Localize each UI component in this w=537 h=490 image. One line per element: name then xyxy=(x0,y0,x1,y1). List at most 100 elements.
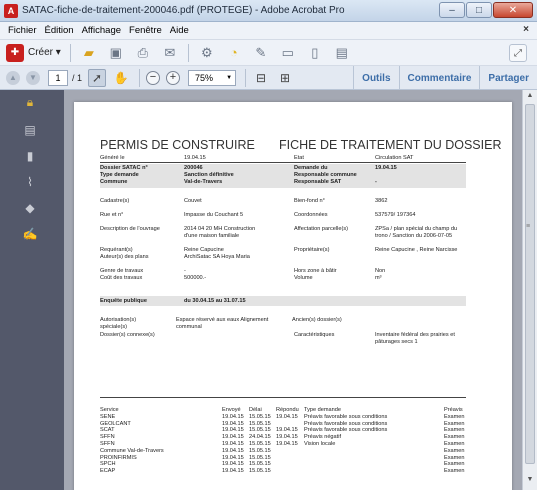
toolbar-separator xyxy=(139,68,141,87)
page-number-input[interactable]: 1 xyxy=(48,69,68,86)
table-cell: 19.04.15 xyxy=(222,440,244,447)
combine-icon[interactable]: ✎ xyxy=(252,44,270,62)
detail-value: Non xyxy=(375,268,386,274)
menu-fenetre[interactable]: Fenêtre xyxy=(129,25,162,36)
hand-tool-icon[interactable]: ✋ xyxy=(112,69,130,87)
table-row: SPCH xyxy=(100,461,116,468)
services-column-delai: Délai 15.05.15 15.05.15 15.05.15 24.04.1… xyxy=(249,407,271,475)
sat-responsible-value: - xyxy=(375,179,377,185)
maximize-button[interactable]: □ xyxy=(466,2,492,18)
signature-icon[interactable]: ✍ xyxy=(22,226,38,242)
table-cell xyxy=(276,421,299,428)
save-icon[interactable]: ▣ xyxy=(107,44,125,62)
header-preavis: Préavis xyxy=(444,407,463,413)
table-cell: 15.05.15 xyxy=(249,447,271,454)
folder-open-icon[interactable]: ▰ xyxy=(80,44,98,62)
close-document-icon[interactable]: × xyxy=(523,24,529,35)
generated-value: 19.04.15 xyxy=(184,155,206,161)
autorisation-value: communal xyxy=(176,324,202,330)
pages-panel-icon[interactable]: ▤ xyxy=(22,122,38,138)
minimize-button[interactable]: – xyxy=(439,2,465,18)
table-cell: 19.04.15 xyxy=(222,420,244,427)
detail-value: trono / Sanction du 2006-07-05 xyxy=(375,233,453,239)
expand-toolbar-icon[interactable]: ⤢ xyxy=(509,44,527,62)
scroll-down-icon[interactable]: ▼ xyxy=(525,476,535,486)
header-delai: Délai xyxy=(249,407,262,413)
menu-fichier[interactable]: Fichier xyxy=(8,25,37,36)
detail-value: - xyxy=(184,268,186,274)
table-cell: 15.05.15 xyxy=(249,427,271,434)
table-cell: Vision locale xyxy=(304,440,336,447)
vertical-scrollbar[interactable]: ▲ ≡ ▼ xyxy=(522,90,537,490)
next-page-icon[interactable]: ▼ xyxy=(26,70,40,85)
window-controls: – □ ✕ xyxy=(439,2,533,18)
detail-value: 3862 xyxy=(375,198,388,204)
zoom-out-icon[interactable]: − xyxy=(146,70,161,85)
detail-value: 2014 04 20 MH Construction xyxy=(184,226,256,232)
detail-label: Affectation parcelle(s) xyxy=(294,226,348,232)
menu-aide[interactable]: Aide xyxy=(170,25,189,36)
table-cell: Examen xyxy=(444,461,465,468)
menu-edition[interactable]: Édition xyxy=(45,25,74,36)
tab-partager[interactable]: Partager xyxy=(479,66,537,90)
ancien-dossier-label: Ancien(s) dossier(s) xyxy=(292,317,342,323)
zoom-select[interactable]: 75% ▼ xyxy=(188,69,237,86)
table-cell: 15.05.15 xyxy=(249,420,271,427)
table-cell: Examen xyxy=(444,454,465,461)
tab-commentaire[interactable]: Commentaire xyxy=(398,66,480,90)
detail-label: Genre de travaux xyxy=(100,268,144,274)
services-divider xyxy=(100,397,466,398)
detail-label: Hors zone à bâtir xyxy=(294,268,337,274)
detail-value: Impasse du Couchant 5 xyxy=(184,212,244,218)
acrobat-app-icon[interactable]: A xyxy=(4,3,18,18)
header-repondu: Répondu xyxy=(276,407,299,413)
table-cell: 24.04.15 xyxy=(249,434,271,441)
pages-icon[interactable]: ▤ xyxy=(333,44,351,62)
select-tool-icon[interactable]: ➚ xyxy=(88,68,107,87)
lock-icon[interactable]: 🔒︎ xyxy=(22,94,38,110)
table-cell: Préavis favorable sous conditions xyxy=(304,413,388,420)
create-pdf-icon: ✚ xyxy=(6,43,24,62)
table-row: Commune Val-de-Travers xyxy=(100,447,164,454)
fit-page-icon[interactable]: ⊟ xyxy=(252,69,270,87)
print-icon[interactable]: ⎙ xyxy=(134,44,152,62)
layers-icon[interactable]: ◆ xyxy=(22,200,38,216)
email-icon[interactable]: ✉ xyxy=(161,44,179,62)
zoom-in-icon[interactable]: + xyxy=(166,70,181,85)
dossier-connexe-label: Dossier(s) connexe(s) xyxy=(100,332,155,338)
table-row: SENE xyxy=(100,413,116,420)
request-date-label: Demande du xyxy=(294,165,328,171)
detail-label: Auteur(s) des plans xyxy=(100,254,149,260)
table-cell: 15.05.15 xyxy=(249,461,271,468)
zoom-value: 75% xyxy=(195,72,214,83)
bookmark-icon[interactable]: ▮ xyxy=(22,148,38,164)
settings-icon[interactable]: ⚙ xyxy=(198,44,216,62)
create-label: Créer ▾ xyxy=(28,47,61,58)
pdf-page: PERMIS DE CONSTRUIRE FICHE DE TRAITEMENT… xyxy=(74,102,512,490)
table-row: SFFN xyxy=(100,434,115,441)
detail-label: Cadastre(s) xyxy=(100,198,130,204)
create-button[interactable]: ✚ Créer ▾ xyxy=(6,43,61,62)
page-export-icon[interactable]: ▯ xyxy=(306,44,324,62)
detail-value: ArchiSatac SA Hoya Maria xyxy=(184,254,250,260)
divider xyxy=(100,162,466,163)
navigation-pane: 🔒︎ ▤ ▮ ⌇ ◆ ✍ xyxy=(0,90,64,490)
table-cell: 19.04.15 xyxy=(222,447,244,454)
page-icon[interactable]: ▭ xyxy=(279,44,297,62)
scroll-up-icon[interactable]: ▲ xyxy=(525,92,535,102)
document-view[interactable]: PERMIS DE CONSTRUIRE FICHE DE TRAITEMENT… xyxy=(64,90,522,490)
detail-value: Reine Capucine xyxy=(184,247,224,253)
state-label: Etat xyxy=(294,155,304,161)
header-type: Type demande xyxy=(304,407,342,413)
menu-affichage[interactable]: Affichage xyxy=(82,25,121,36)
close-window-button[interactable]: ✕ xyxy=(493,2,533,18)
comment-icon[interactable]: ◔ xyxy=(225,44,243,62)
tab-outils[interactable]: Outils xyxy=(353,66,398,90)
attachment-icon[interactable]: ⌇ xyxy=(22,174,38,190)
toolbar-separator xyxy=(187,43,189,62)
table-cell: Examen xyxy=(444,434,465,441)
previous-page-icon[interactable]: ▲ xyxy=(6,70,20,85)
full-screen-icon[interactable]: ⊞ xyxy=(276,69,294,87)
scroll-thumb[interactable] xyxy=(525,104,535,464)
table-cell: Préavis favorable sous conditions xyxy=(304,427,388,434)
